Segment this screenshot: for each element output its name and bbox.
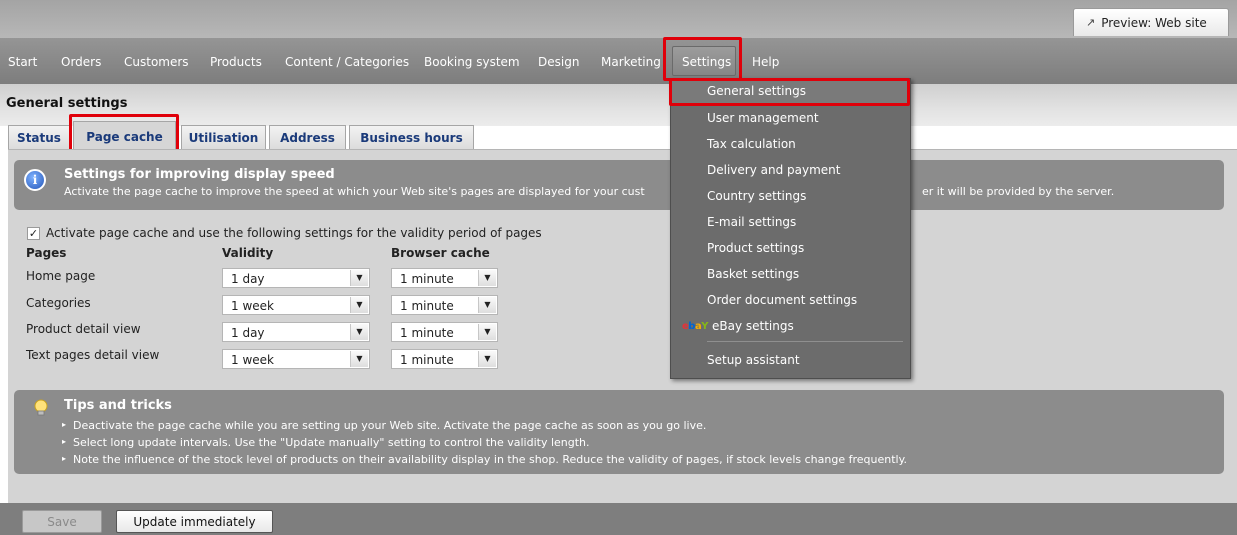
row-label-home-page: Home page [26,269,96,283]
menu-item-product-settings[interactable]: Product settings [707,241,804,255]
tips-box: Tips and tricks Deactivate the page cach… [14,390,1224,474]
info-icon: i [24,169,46,191]
select-value: 1 minute [400,326,454,340]
menu-item-setup-assistant[interactable]: Setup assistant [707,353,800,367]
top-bar [0,0,1237,38]
page-cache-highlight-box [69,114,179,154]
validity-column-header: Validity [222,246,274,260]
nav-content-categories[interactable]: Content / Categories [285,55,409,69]
menu-divider [707,341,903,342]
settings-dropdown-menu: General settings User management Tax cal… [670,78,911,379]
menu-item-ebay-settings-label: eBay settings [711,319,794,333]
nav-products[interactable]: Products [210,55,262,69]
activate-page-cache-label: Activate page cache and use the followin… [46,226,542,240]
nav-marketing[interactable]: Marketing [601,55,661,69]
menu-item-email-settings[interactable]: E-mail settings [707,215,796,229]
menu-item-country-settings[interactable]: Country settings [707,189,806,203]
text-pages-validity-select[interactable]: 1 week ▼ [222,349,370,369]
select-value: 1 week [231,299,274,313]
save-button[interactable]: Save [22,510,102,533]
row-label-product-detail-view: Product detail view [26,322,141,336]
menu-item-order-document-settings[interactable]: Order document settings [707,293,857,307]
tab-address[interactable]: Address [269,125,346,149]
tab-utilisation[interactable]: Utilisation [181,125,266,149]
dropdown-arrow-icon: ▼ [478,270,496,286]
row-label-categories: Categories [26,296,91,310]
tab-status[interactable]: Status [8,125,70,149]
select-value: 1 day [231,272,265,286]
dropdown-arrow-icon: ▼ [478,324,496,340]
browser-cache-column-header: Browser cache [391,246,490,260]
general-settings-highlight-box [669,78,910,106]
categories-browser-cache-select[interactable]: 1 minute ▼ [391,295,498,315]
select-value: 1 week [231,353,274,367]
text-pages-browser-cache-select[interactable]: 1 minute ▼ [391,349,498,369]
nav-booking-system[interactable]: Booking system [424,55,520,69]
product-detail-browser-cache-select[interactable]: 1 minute ▼ [391,322,498,342]
settings-highlight-box [663,37,742,81]
nav-orders[interactable]: Orders [61,55,101,69]
tip-item: Select long update intervals. Use the "U… [62,436,590,449]
dropdown-arrow-icon: ▼ [350,351,368,367]
menu-item-ebay-settings[interactable]: ebaY eBay settings [682,319,794,333]
select-value: 1 minute [400,299,454,313]
pages-column-header: Pages [26,246,67,260]
tip-item: Deactivate the page cache while you are … [62,419,706,432]
menu-item-tax-calculation[interactable]: Tax calculation [707,137,796,151]
main-navigation: Start Orders Customers Products Content … [0,38,1237,84]
row-label-text-pages-detail-view: Text pages detail view [26,348,160,362]
dropdown-arrow-icon: ▼ [478,297,496,313]
menu-item-basket-settings[interactable]: Basket settings [707,267,799,281]
update-immediately-button[interactable]: Update immediately [116,510,273,533]
nav-start[interactable]: Start [8,55,37,69]
page-header-band [0,84,1237,126]
nav-customers[interactable]: Customers [124,55,189,69]
info-box: i Settings for improving display speed A… [14,160,1224,210]
page-title: General settings [6,96,128,111]
preview-website-button[interactable]: ↗ Preview: Web site [1073,8,1229,36]
select-value: 1 minute [400,272,454,286]
info-description-tail: er it will be provided by the server. [922,185,1115,198]
external-link-icon: ↗ [1086,16,1096,29]
tab-business-hours[interactable]: Business hours [349,125,474,149]
tips-title: Tips and tricks [64,398,172,413]
ebay-logo-icon: ebaY [682,320,708,332]
select-value: 1 day [231,326,265,340]
info-description: Activate the page cache to improve the s… [64,185,645,198]
nav-help[interactable]: Help [752,55,779,69]
product-detail-validity-select[interactable]: 1 day ▼ [222,322,370,342]
dropdown-arrow-icon: ▼ [478,351,496,367]
preview-website-label: Preview: Web site [1101,15,1207,30]
nav-design[interactable]: Design [538,55,579,69]
tip-item: Note the influence of the stock level of… [62,453,907,466]
activate-page-cache-checkbox[interactable]: ✓ [27,227,40,240]
menu-item-delivery-and-payment[interactable]: Delivery and payment [707,163,840,177]
lightbulb-icon [34,399,48,416]
info-title: Settings for improving display speed [64,167,335,182]
menu-item-user-management[interactable]: User management [707,111,819,125]
select-value: 1 minute [400,353,454,367]
dropdown-arrow-icon: ▼ [350,324,368,340]
home-page-browser-cache-select[interactable]: 1 minute ▼ [391,268,498,288]
home-page-validity-select[interactable]: 1 day ▼ [222,268,370,288]
dropdown-arrow-icon: ▼ [350,297,368,313]
categories-validity-select[interactable]: 1 week ▼ [222,295,370,315]
dropdown-arrow-icon: ▼ [350,270,368,286]
